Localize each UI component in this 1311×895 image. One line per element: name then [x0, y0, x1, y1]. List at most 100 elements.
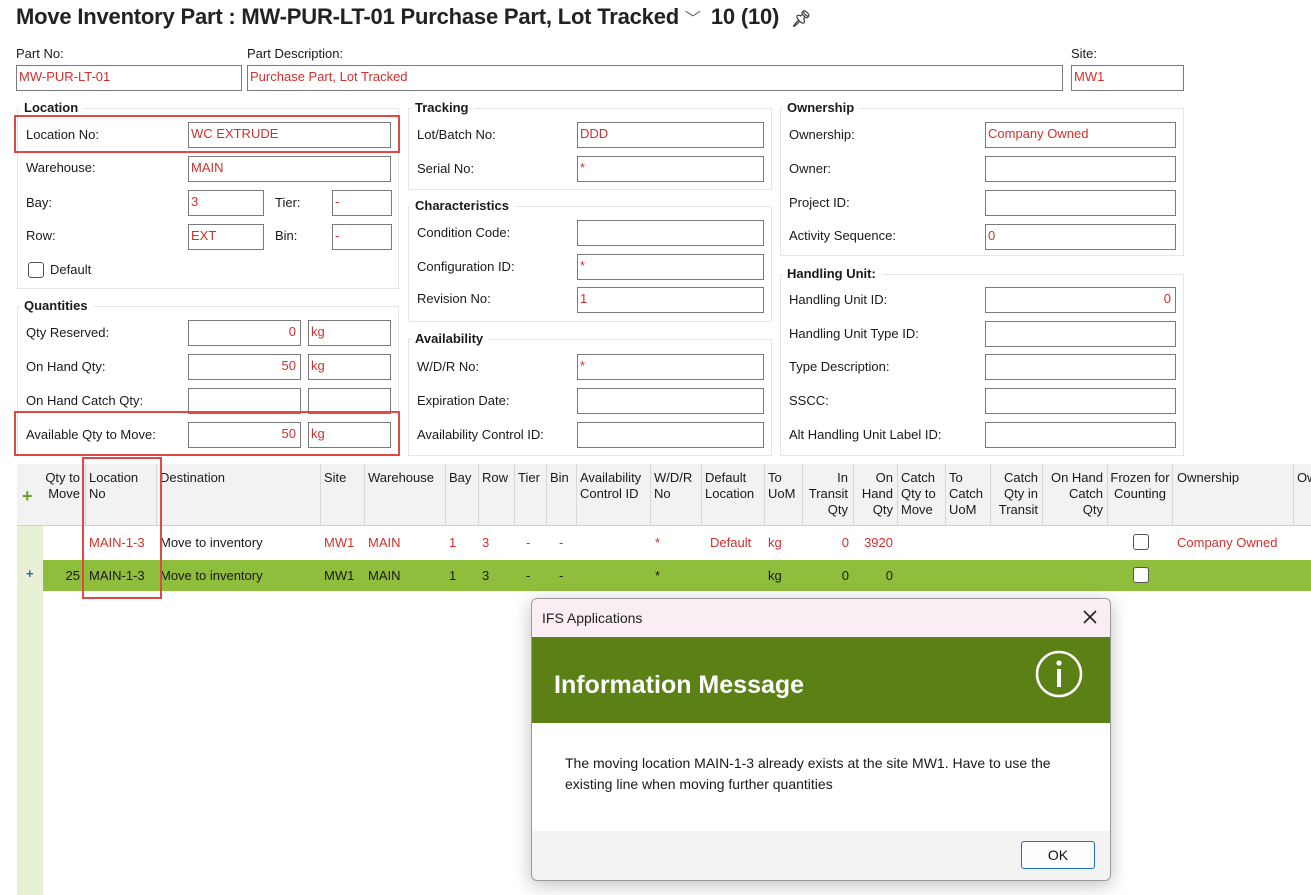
- on-hand-qty-field[interactable]: 50: [188, 354, 301, 380]
- col-on-hand-catch-qty[interactable]: On Hand Catch Qty: [1046, 470, 1103, 518]
- col-site[interactable]: Site: [324, 470, 364, 486]
- qty-reserved-field[interactable]: 0: [188, 320, 301, 346]
- default-label: Default: [50, 262, 92, 277]
- col-tier[interactable]: Tier: [518, 470, 548, 486]
- location-no-field[interactable]: WC EXTRUDE: [188, 122, 391, 148]
- col-default-location[interactable]: Default Location: [705, 470, 765, 502]
- row-bay[interactable]: 1: [449, 568, 456, 583]
- row-row[interactable]: 3: [482, 535, 489, 550]
- col-availability-control-id[interactable]: Availability Control ID: [580, 470, 650, 502]
- available-qty-uom[interactable]: kg: [308, 422, 391, 448]
- project-id-field[interactable]: [985, 190, 1176, 216]
- row-on-hand-qty[interactable]: 3920: [852, 535, 893, 550]
- type-description-field[interactable]: [985, 354, 1176, 380]
- on-hand-qty-uom[interactable]: kg: [308, 354, 391, 380]
- col-to-catch-uom[interactable]: To Catch UoM: [949, 470, 989, 518]
- handling-unit-id-field[interactable]: 0: [985, 287, 1176, 313]
- col-truncated[interactable]: Ow: [1297, 470, 1311, 486]
- col-ownership[interactable]: Ownership: [1177, 470, 1287, 486]
- ownership-field[interactable]: Company Owned: [985, 122, 1176, 148]
- row-in-transit-qty[interactable]: 0: [808, 535, 849, 550]
- row-bay[interactable]: 1: [449, 535, 456, 550]
- row-on-hand-qty[interactable]: 0: [852, 568, 893, 583]
- ownership-group-title: Ownership: [783, 100, 861, 115]
- col-destination[interactable]: Destination: [160, 470, 320, 486]
- tier-field[interactable]: -: [332, 190, 392, 216]
- row-label: Row:: [26, 228, 56, 243]
- bay-field[interactable]: 3: [188, 190, 264, 216]
- col-in-transit-qty[interactable]: In Transit Qty: [806, 470, 848, 518]
- row-in-transit-qty[interactable]: 0: [808, 568, 849, 583]
- owner-field[interactable]: [985, 156, 1176, 182]
- qty-reserved-uom[interactable]: kg: [308, 320, 391, 346]
- characteristics-group-title: Characteristics: [411, 198, 515, 213]
- type-description-label: Type Description:: [789, 359, 890, 374]
- row-to-uom[interactable]: kg: [768, 535, 782, 550]
- row-field[interactable]: EXT: [188, 224, 264, 250]
- default-checkbox[interactable]: [28, 262, 44, 278]
- row-qty-to-move[interactable]: 25: [43, 568, 80, 583]
- col-bin[interactable]: Bin: [550, 470, 576, 486]
- row-default-location[interactable]: Default: [710, 535, 751, 550]
- row-wdr-no[interactable]: *: [655, 535, 660, 550]
- col-wdr-no[interactable]: W/D/R No: [654, 470, 700, 502]
- condition-code-field[interactable]: [577, 220, 764, 246]
- col-bay[interactable]: Bay: [449, 470, 479, 486]
- col-on-hand-qty[interactable]: On Hand Qty: [857, 470, 893, 518]
- info-icon: [1034, 649, 1084, 699]
- row-bin[interactable]: -: [559, 535, 563, 550]
- dialog-window-title: IFS Applications: [542, 610, 643, 626]
- row-row[interactable]: 3: [482, 568, 489, 583]
- row-warehouse[interactable]: MAIN: [368, 568, 401, 583]
- col-frozen-for-counting[interactable]: Frozen for Counting: [1110, 470, 1170, 502]
- activity-sequence-field[interactable]: 0: [985, 224, 1176, 250]
- col-to-uom[interactable]: To UoM: [768, 470, 802, 502]
- col-qty-to-move[interactable]: Qty to Move: [44, 470, 80, 502]
- expiration-date-field[interactable]: [577, 388, 764, 414]
- row-destination[interactable]: Move to inventory: [160, 568, 263, 583]
- configuration-id-field[interactable]: *: [577, 254, 764, 280]
- close-icon[interactable]: [1078, 605, 1102, 629]
- available-qty-field[interactable]: 50: [188, 422, 301, 448]
- ok-button[interactable]: OK: [1021, 841, 1095, 869]
- alt-hu-label-id-field[interactable]: [985, 422, 1176, 448]
- row-ownership[interactable]: Company Owned: [1177, 535, 1277, 550]
- row-tier[interactable]: -: [526, 535, 530, 550]
- wdr-no-field[interactable]: *: [577, 354, 764, 380]
- on-hand-qty-label: On Hand Qty:: [26, 359, 106, 374]
- revision-no-field[interactable]: 1: [577, 287, 764, 313]
- revision-no-label: Revision No:: [417, 291, 491, 306]
- location-group-title: Location: [20, 100, 85, 115]
- row-site[interactable]: MW1: [324, 535, 354, 550]
- site-field[interactable]: MW1: [1071, 65, 1184, 91]
- row-tier[interactable]: -: [526, 568, 530, 583]
- table-row-selected[interactable]: + 25 MAIN-1-3 Move to inventory MW1 MAIN…: [17, 560, 1311, 591]
- quantities-group-title: Quantities: [20, 298, 94, 313]
- part-no-field[interactable]: MW-PUR-LT-01: [16, 65, 242, 91]
- bin-field[interactable]: -: [332, 224, 392, 250]
- chevron-down-icon[interactable]: ﹀: [685, 5, 705, 29]
- col-catch-qty-in-transit[interactable]: Catch Qty in Transit: [994, 470, 1038, 518]
- col-warehouse[interactable]: Warehouse: [368, 470, 444, 486]
- pin-icon[interactable]: 📌︎: [791, 11, 811, 28]
- sscc-field[interactable]: [985, 388, 1176, 414]
- col-row[interactable]: Row: [482, 470, 516, 486]
- row-destination[interactable]: Move to inventory: [160, 535, 263, 550]
- row-bin[interactable]: -: [559, 568, 563, 583]
- availability-control-field[interactable]: [577, 422, 764, 448]
- col-catch-qty-to-move[interactable]: Catch Qty to Move: [901, 470, 945, 518]
- row-wdr-no[interactable]: *: [655, 568, 660, 583]
- part-description-field[interactable]: Purchase Part, Lot Tracked: [247, 65, 1063, 91]
- lot-batch-field[interactable]: DDD: [577, 122, 764, 148]
- row-warehouse[interactable]: MAIN: [368, 535, 401, 550]
- row-to-uom[interactable]: kg: [768, 568, 782, 583]
- row-site[interactable]: MW1: [324, 568, 354, 583]
- serial-no-field[interactable]: *: [577, 156, 764, 182]
- dialog-body: The moving location MAIN-1-3 already exi…: [532, 723, 1110, 831]
- table-row[interactable]: MAIN-1-3 Move to inventory MW1 MAIN 1 3 …: [43, 527, 1311, 558]
- handling-unit-id-label: Handling Unit ID:: [789, 292, 888, 307]
- row-frozen-checkbox[interactable]: [1133, 534, 1149, 550]
- handling-unit-type-field[interactable]: [985, 321, 1176, 347]
- row-frozen-checkbox[interactable]: [1133, 567, 1149, 583]
- warehouse-field[interactable]: MAIN: [188, 156, 391, 182]
